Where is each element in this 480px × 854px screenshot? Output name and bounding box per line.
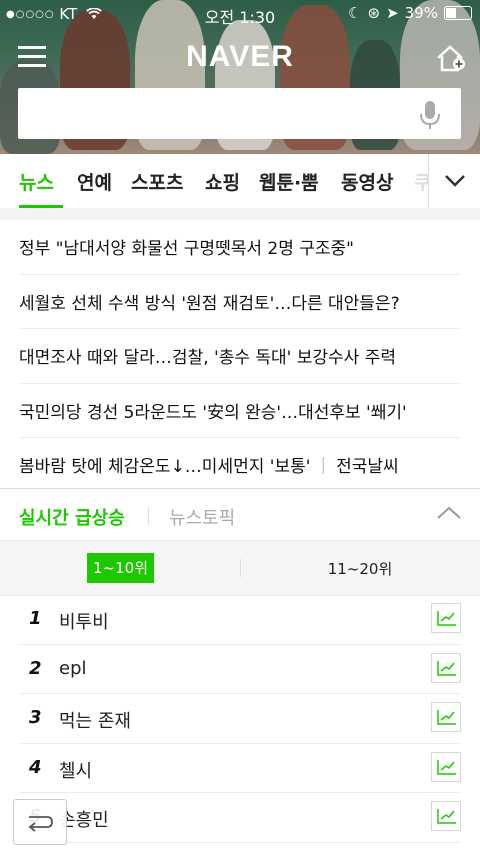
trend-chart-icon	[437, 611, 456, 626]
tab-webtoon[interactable]: 웹툰·뿜	[259, 168, 319, 195]
range-1-10-button[interactable]: 1~10위	[87, 553, 154, 583]
trend-chart-button[interactable]	[431, 652, 461, 683]
weather-link[interactable]: 전국날씨	[336, 452, 399, 477]
rank-keyword: 먹는 존재	[59, 711, 131, 732]
trend-chart-button[interactable]	[431, 751, 461, 782]
rank-keyword: 비투비	[59, 612, 109, 633]
rank-number: 3	[29, 707, 42, 728]
more-tabs-button[interactable]	[428, 154, 480, 208]
rank-row[interactable]: 1 비투비	[19, 595, 461, 645]
category-tabs: 뉴스 연예 스포츠 쇼핑 웹툰·뿜 동영상 쿠	[0, 154, 480, 209]
rank-row[interactable]: 2 epl	[19, 645, 461, 694]
divider	[148, 507, 149, 525]
tab-realtime[interactable]: 실시간 급상승	[19, 504, 125, 530]
rank-row[interactable]: 4 첼시	[19, 744, 461, 793]
naver-logo[interactable]: NAVER	[0, 40, 480, 74]
trend-chart-button[interactable]	[431, 603, 461, 633]
news-item[interactable]: 정부 "남대서양 화물선 구명뗏목서 2명 구조중"	[19, 220, 461, 275]
news-item[interactable]: 국민의당 경선 5라운드도 '安의 완승'…대선후보 '쐐기'	[19, 384, 461, 438]
moon-icon: ☾	[348, 4, 362, 22]
tab-news-topic[interactable]: 뉴스토픽	[169, 504, 235, 530]
rotation-lock-icon: ⊛	[367, 4, 381, 22]
tab-news[interactable]: 뉴스	[19, 168, 54, 195]
rank-row[interactable]: 5 손흥민	[19, 793, 461, 843]
rank-number: 4	[29, 756, 42, 778]
trend-chart-button[interactable]	[431, 702, 461, 732]
news-item[interactable]: 세월호 선체 수색 방식 '원점 재검토'…다른 대안들은?	[19, 275, 461, 329]
trend-chart-icon	[437, 660, 456, 676]
tab-shopping[interactable]: 쇼핑	[205, 168, 240, 195]
divider	[240, 559, 241, 577]
microphone-icon[interactable]	[419, 100, 441, 130]
trend-chart-button[interactable]	[431, 801, 461, 831]
tab-sports[interactable]: 스포츠	[131, 168, 183, 195]
realtime-header: 실시간 급상승 뉴스토픽	[0, 488, 480, 541]
trend-chart-icon	[437, 759, 456, 775]
range-11-20-button[interactable]: 11~20위	[300, 558, 420, 579]
news-item[interactable]: 봄바람 탓에 체감온도↓…미세먼지 '보통' | 전국날씨	[19, 438, 461, 492]
rank-range-bar: 1~10위 11~20위	[0, 540, 480, 596]
home-add-icon[interactable]	[436, 44, 466, 72]
back-shortcut-button[interactable]	[13, 799, 67, 845]
status-bar: ●○○○○ KT 오전 1:30 ☾ ⊛ ➤ 39%	[0, 0, 480, 28]
battery-percent: 39%	[404, 4, 438, 22]
section-gap	[0, 208, 480, 220]
trend-chart-icon	[437, 710, 456, 725]
battery-icon	[444, 6, 472, 20]
rank-keyword: 첼시	[59, 760, 93, 782]
location-icon: ➤	[386, 4, 399, 22]
trend-chart-icon	[437, 809, 456, 824]
news-item[interactable]: 대면조사 때와 달라…검찰, '총수 독대' 보강수사 주력	[19, 329, 461, 384]
return-arrow-icon	[28, 816, 53, 832]
rank-number: 2	[29, 657, 42, 679]
tab-entertainment[interactable]: 연예	[77, 168, 112, 195]
rank-list: 1 비투비 2 epl 3 먹는 존재 4 첼시 5 손흥민	[0, 595, 480, 843]
rank-row[interactable]: 3 먹는 존재	[19, 694, 461, 744]
rank-keyword: epl	[59, 657, 87, 679]
header-banner: ●○○○○ KT 오전 1:30 ☾ ⊛ ➤ 39% NAVER	[0, 0, 480, 154]
chevron-up-icon[interactable]	[436, 505, 462, 521]
rank-number: 1	[29, 608, 42, 629]
chevron-down-icon	[445, 175, 465, 187]
search-input[interactable]	[18, 88, 461, 139]
divider: |	[320, 454, 327, 475]
news-list: 정부 "남대서양 화물선 구명뗏목서 2명 구조중" 세월호 선체 수색 방식 …	[0, 220, 480, 492]
tab-video[interactable]: 동영상	[341, 168, 393, 195]
